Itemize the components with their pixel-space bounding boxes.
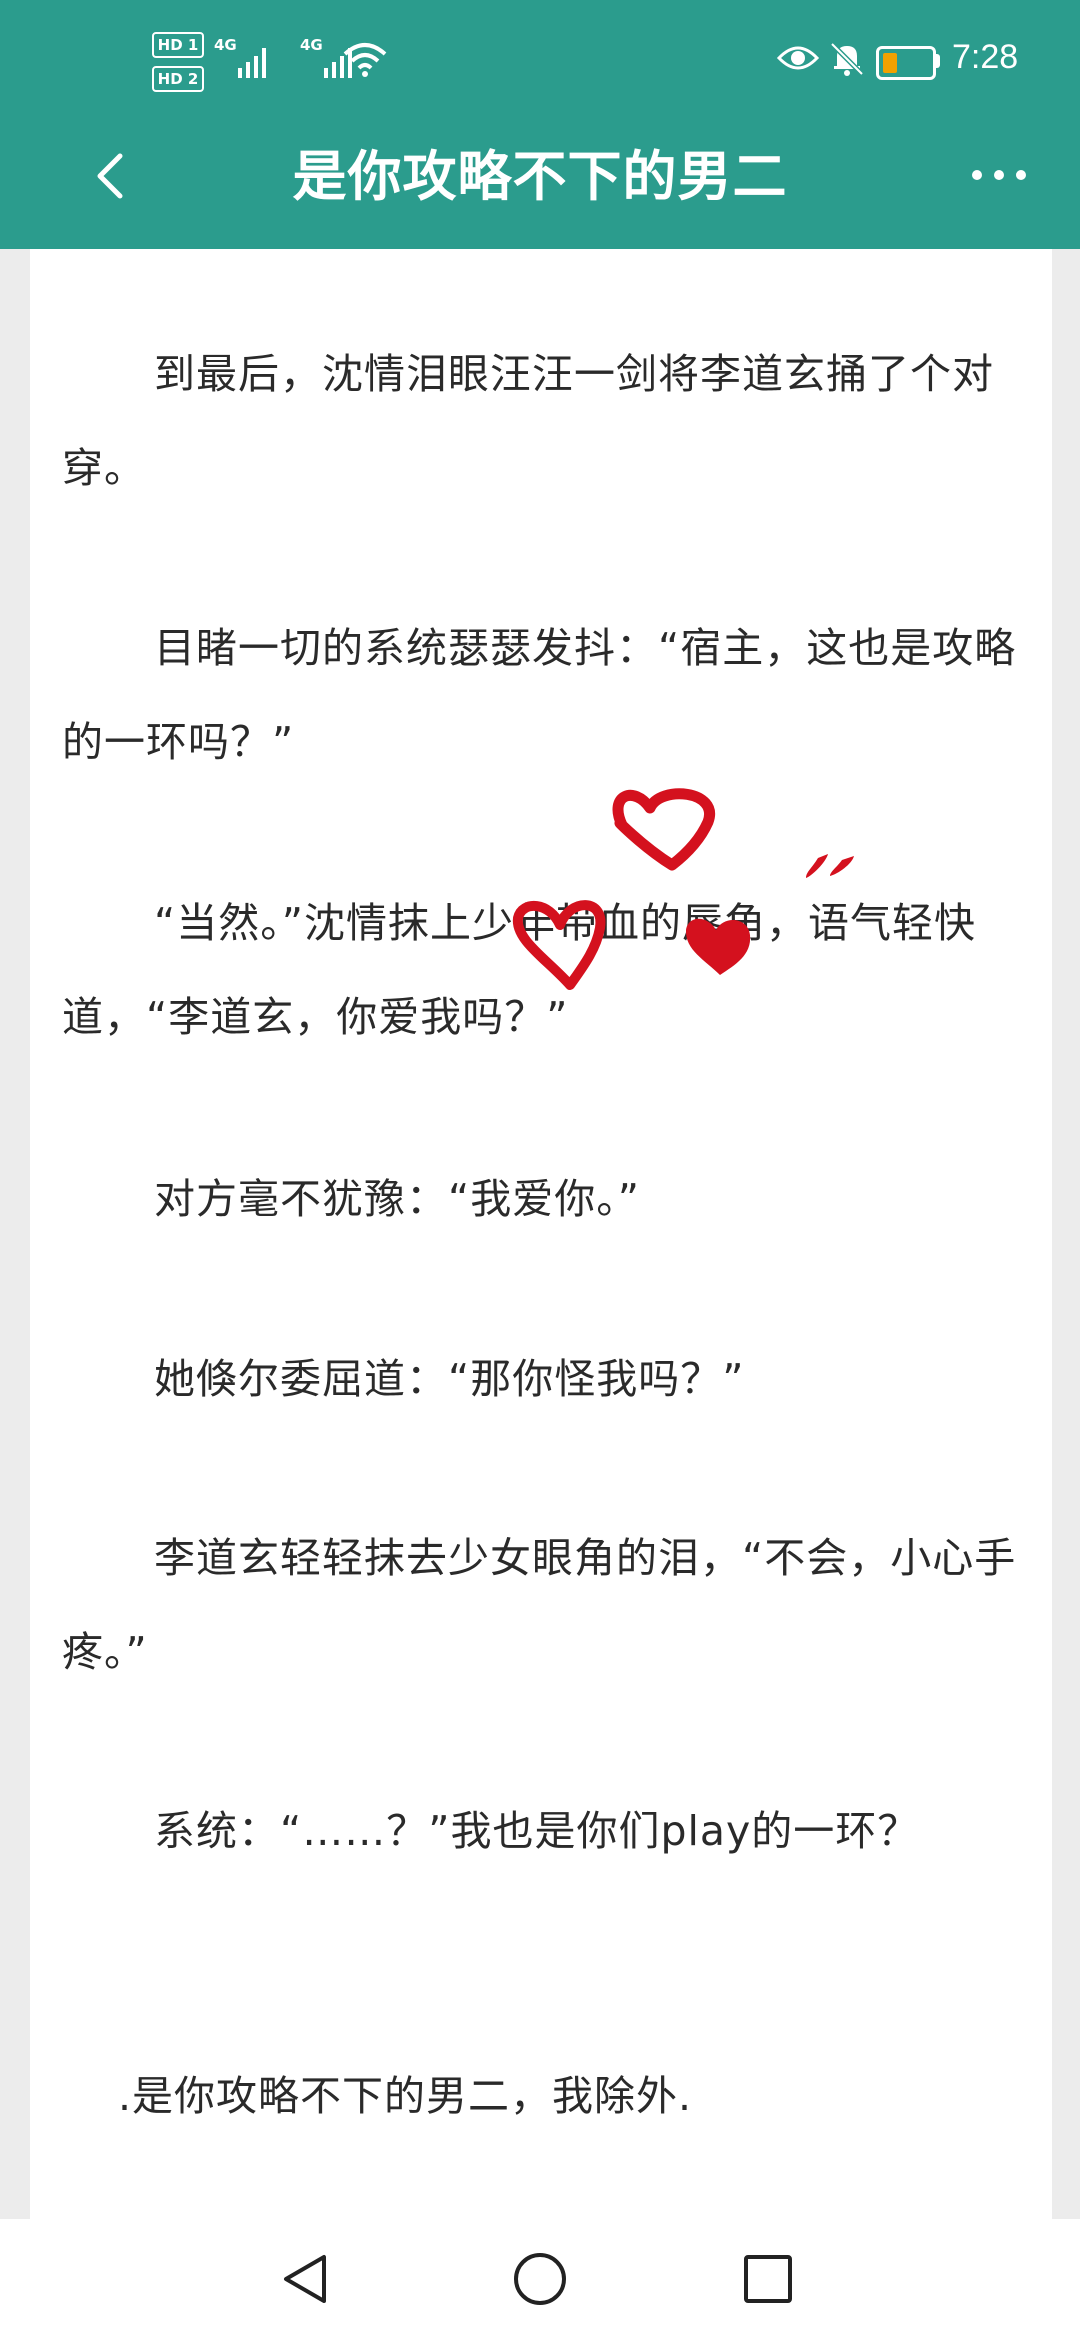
home-circle-icon[interactable] xyxy=(510,2249,570,2309)
paragraph: 目睹一切的系统瑟瑟发抖：“宿主，这也是攻略的一环吗？” xyxy=(62,624,1017,766)
battery-tip xyxy=(934,54,940,68)
back-triangle-icon[interactable] xyxy=(278,2249,338,2309)
eye-icon xyxy=(777,46,819,70)
signal-icon xyxy=(238,48,266,78)
network2-label: 4G xyxy=(300,36,323,54)
network1-label: 4G xyxy=(214,36,237,54)
paragraph: 系统：“……？”我也是你们play的一环？ xyxy=(154,1807,920,1855)
battery-level xyxy=(883,53,897,73)
wifi-icon xyxy=(343,43,387,77)
reading-page: 到最后，沈情泪眼汪汪一剑将李道玄捅了个对穿。 目睹一切的系统瑟瑟发抖：“宿主，这… xyxy=(30,249,1052,2219)
more-dots-icon[interactable] xyxy=(970,160,1030,190)
sim-indicators: HD 1 HD 2 4G 4G xyxy=(152,30,372,96)
paragraph: 对方毫不犹豫：“我爱你。” xyxy=(154,1175,640,1223)
clock: 7:28 xyxy=(952,38,1019,76)
battery-icon xyxy=(876,46,936,80)
bell-muted-icon xyxy=(830,42,864,76)
top-bar: HD 1 HD 2 4G 4G 7:28 是你攻略不下的男二 xyxy=(0,0,1080,249)
page-title: 是你攻略不下的男二 xyxy=(292,145,788,208)
paragraph: 到最后，沈情泪眼汪汪一剑将李道玄捅了个对穿。 xyxy=(62,350,994,492)
paragraph: “当然。”沈情抹上少年带血的唇角，语气轻快道，“李道玄，你爱我吗？” xyxy=(62,899,976,1041)
paragraph: 她倏尔委屈道：“那你怪我吗？” xyxy=(154,1355,745,1403)
footer-line: .是你攻略不下的男二，我除外. xyxy=(118,2072,693,2120)
recents-square-icon[interactable] xyxy=(738,2249,798,2309)
sim2-badge: HD 2 xyxy=(152,66,204,92)
status-bar: HD 1 HD 2 4G 4G 7:28 xyxy=(0,0,1080,120)
navigation-bar xyxy=(0,2219,1080,2339)
paragraph: 李道玄轻轻抹去少女眼角的泪，“不会，小心手疼。” xyxy=(62,1534,1017,1676)
header: 是你攻略不下的男二 xyxy=(0,120,1080,249)
sim1-badge: HD 1 xyxy=(152,32,204,58)
